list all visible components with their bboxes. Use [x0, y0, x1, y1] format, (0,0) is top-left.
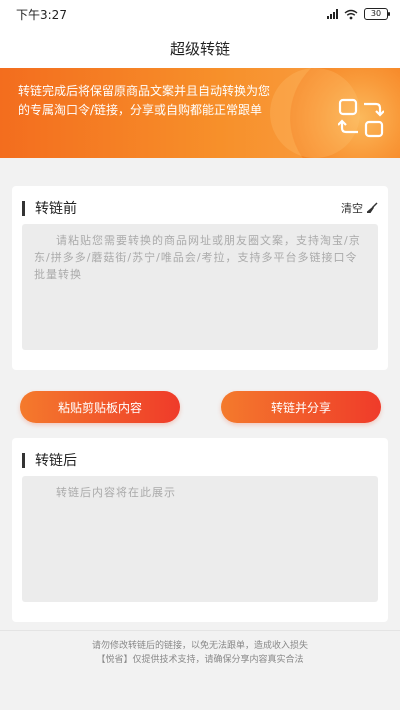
status-bar: 下午3:27 30 — [0, 0, 400, 28]
broom-icon — [367, 202, 378, 213]
wifi-icon — [344, 9, 358, 19]
info-banner: 转链完成后将保留原商品文案并且自动转换为您的专属淘口令/链接，分享或自购都能正常… — [0, 68, 400, 158]
status-time: 下午3:27 — [16, 7, 67, 22]
convert-share-button[interactable]: 转链并分享 — [221, 391, 381, 423]
before-input[interactable]: 请粘贴您需要转换的商品网址或朋友圈文案，支持淘宝/京东/拼多多/蘑菇街/苏宁/唯… — [22, 224, 378, 350]
battery-icon: 30 — [364, 8, 390, 20]
link-convert-icon — [338, 98, 384, 138]
page-title: 超级转链 — [169, 39, 230, 58]
footer-disclaimer: 请勿修改转链后的链接，以免无法跟单，造成收入损失 【悦省】仅提供技术支持，请确保… — [0, 630, 400, 710]
before-card: 转链前 清空 请粘贴您需要转换的商品网址或朋友圈文案，支持淘宝/京东/拼多多/蘑… — [12, 186, 388, 370]
after-card-header: 转链后 — [22, 450, 378, 470]
banner-text: 转链完成后将保留原商品文案并且自动转换为您的专属淘口令/链接，分享或自购都能正常… — [18, 84, 271, 117]
clear-label: 清空 — [341, 202, 363, 215]
footer-line-2: 【悦省】仅提供技术支持，请确保分享内容真实合法 — [96, 655, 304, 665]
title-bar: 超级转链 — [0, 28, 400, 68]
clear-button[interactable]: 清空 — [341, 200, 378, 216]
after-title: 转链后 — [22, 450, 77, 470]
after-output[interactable]: 转链后内容将在此展示 — [22, 476, 378, 602]
paste-clipboard-button[interactable]: 粘贴剪贴板内容 — [20, 391, 180, 423]
before-title: 转链前 — [22, 198, 77, 218]
after-card: 转链后 转链后内容将在此展示 — [12, 438, 388, 622]
signal-icon — [327, 9, 338, 19]
footer-line-1: 请勿修改转链后的链接，以免无法跟单，造成收入损失 — [91, 641, 308, 651]
status-icons: 30 — [327, 8, 390, 20]
before-card-header: 转链前 清空 — [22, 198, 378, 218]
